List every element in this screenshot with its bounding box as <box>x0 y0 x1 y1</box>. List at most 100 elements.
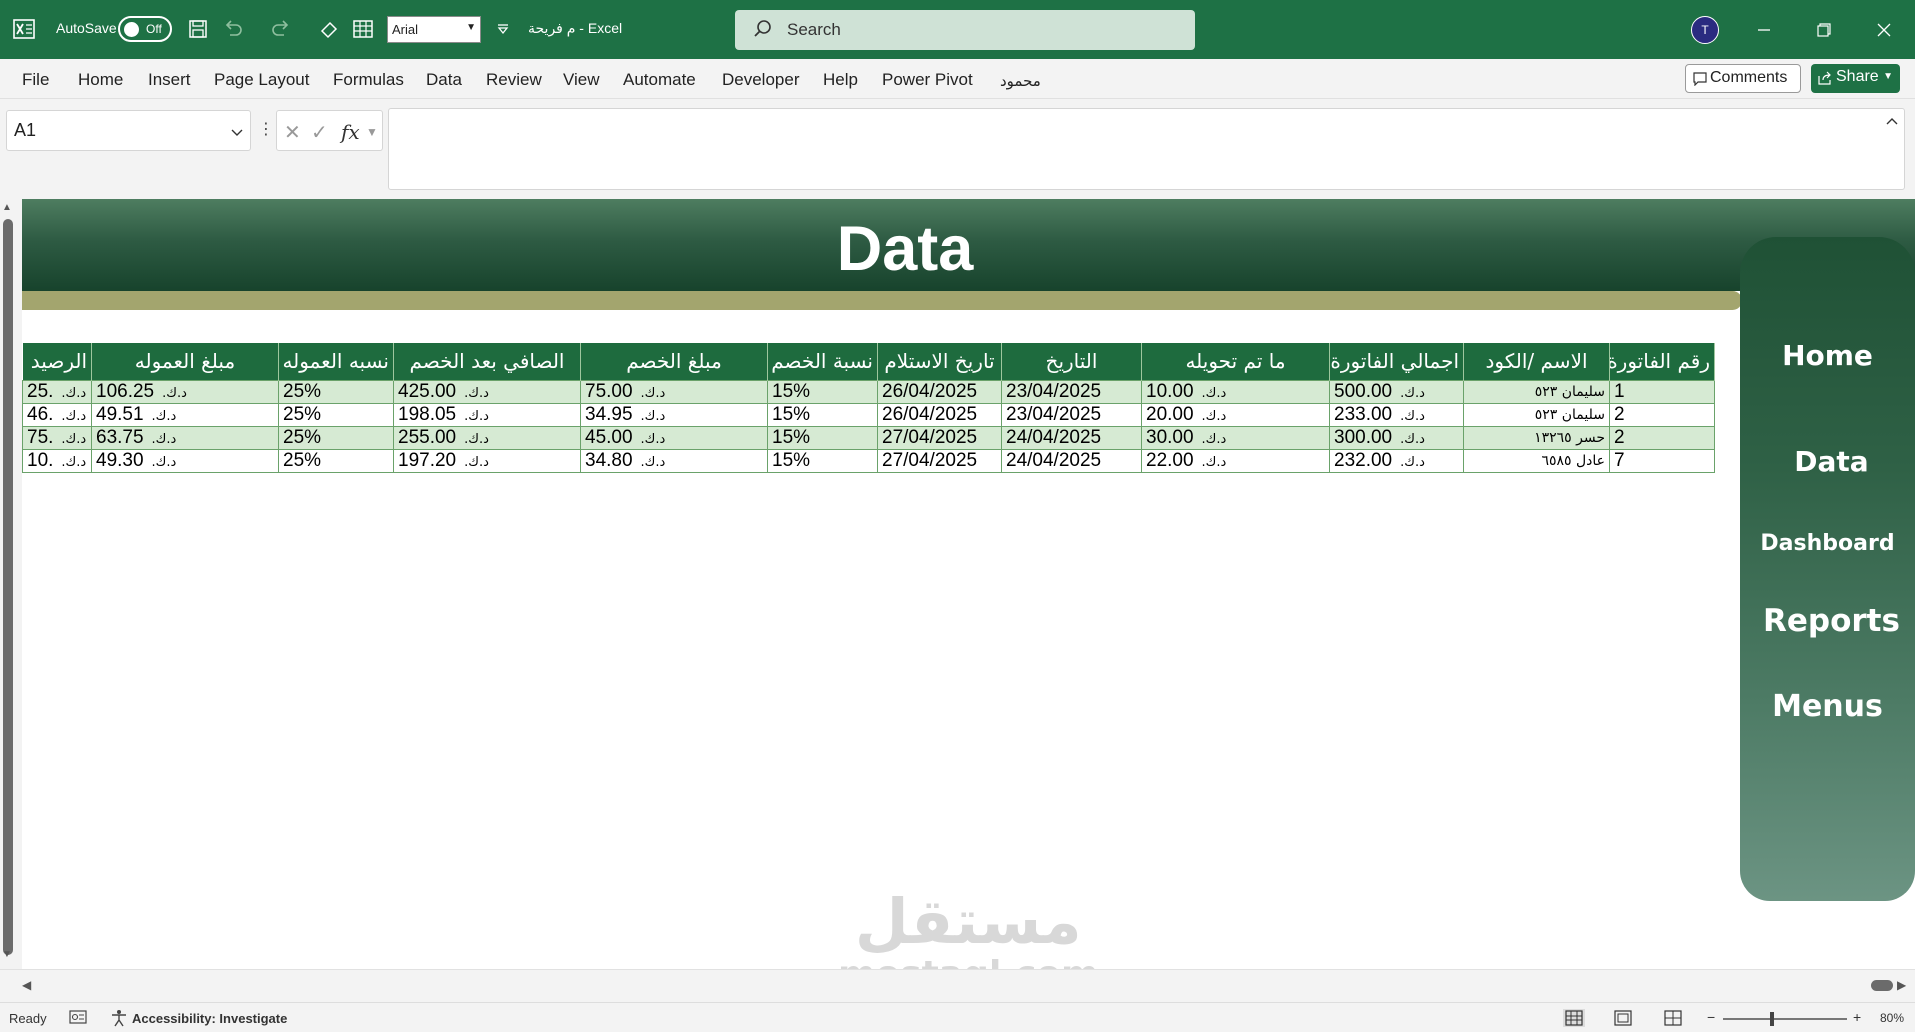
cell-comm-amount[interactable]: د.ك. 106.25 <box>91 379 279 404</box>
cell-transferred[interactable]: د.ك. 30.00 <box>1141 425 1330 450</box>
scroll-up-icon[interactable]: ▲ <box>2 202 12 213</box>
cell-transferred[interactable]: د.ك. 10.00 <box>1141 379 1330 404</box>
cell-balance[interactable]: د.ك. .25 <box>22 379 92 404</box>
cell-date[interactable]: 24/04/2025 <box>1001 425 1142 450</box>
column-header[interactable]: التاريخ <box>1001 343 1142 380</box>
cell-invoice[interactable]: 2 <box>1609 425 1715 450</box>
cell-invoice[interactable]: 1 <box>1609 379 1715 404</box>
column-header[interactable]: مبلغ العموله <box>91 343 279 380</box>
cell-name[interactable]: سليمان ٥٢٣ <box>1463 379 1610 404</box>
cell-disc-rate[interactable]: 15% <box>767 402 878 427</box>
scrollbar-thumb[interactable] <box>3 219 13 955</box>
avatar[interactable]: T <box>1691 16 1719 44</box>
macro-record-icon[interactable] <box>69 1009 87 1028</box>
nav-reports-button[interactable]: Reports <box>1744 603 1915 639</box>
column-header[interactable]: الصافي بعد الخصم <box>393 343 581 380</box>
tab-help[interactable]: Help <box>823 70 858 90</box>
customize-toolbar-icon[interactable] <box>490 16 516 42</box>
cell-comm-rate[interactable]: 25% <box>278 379 394 404</box>
search-box[interactable]: Search <box>735 10 1195 50</box>
eraser-icon[interactable] <box>316 16 342 42</box>
nav-data-button[interactable]: Data <box>1744 445 1915 478</box>
name-box[interactable]: A1 <box>6 110 251 151</box>
formula-input[interactable] <box>388 108 1905 190</box>
tab-power-pivot[interactable]: Power Pivot <box>882 70 973 90</box>
column-header[interactable]: اجمالي الفاتورة <box>1329 343 1464 380</box>
more-options-icon[interactable]: ⋮ <box>258 119 274 139</box>
font-name-select[interactable]: Arial ▼ <box>387 16 481 43</box>
cell-comm-amount[interactable]: د.ك. 63.75 <box>91 425 279 450</box>
cell-date[interactable]: 24/04/2025 <box>1001 448 1142 473</box>
accessibility-icon[interactable] <box>110 1009 128 1030</box>
cell-name[interactable]: سليمان ٥٢٣ <box>1463 402 1610 427</box>
zoom-in-icon[interactable]: + <box>1853 1009 1861 1025</box>
cell-name[interactable]: عادل ٦٥٨٥ <box>1463 448 1610 473</box>
cell-disc-amount[interactable]: د.ك. 45.00 <box>580 425 768 450</box>
cell-received[interactable]: 27/04/2025 <box>877 425 1002 450</box>
cell-disc-amount[interactable]: د.ك. 34.95 <box>580 402 768 427</box>
cell-transferred[interactable]: د.ك. 20.00 <box>1141 402 1330 427</box>
column-header[interactable]: الرصيد <box>22 343 92 380</box>
insert-function-button[interactable]: fx <box>341 120 360 144</box>
tab-insert[interactable]: Insert <box>148 70 191 90</box>
cancel-icon[interactable]: ✕ <box>284 120 301 145</box>
cell-balance[interactable]: د.ك. .46 <box>22 402 92 427</box>
cell-date[interactable]: 23/04/2025 <box>1001 402 1142 427</box>
cell-total[interactable]: د.ك. 232.00 <box>1329 448 1464 473</box>
excel-app-icon[interactable] <box>12 17 36 41</box>
cell-date[interactable]: 23/04/2025 <box>1001 379 1142 404</box>
cell-net[interactable]: د.ك. 198.05 <box>393 402 581 427</box>
tab-review[interactable]: Review <box>486 70 542 90</box>
zoom-level[interactable]: 80% <box>1880 1011 1904 1025</box>
column-header[interactable]: تاريخ الاستلام <box>877 343 1002 380</box>
save-icon[interactable] <box>185 16 211 42</box>
enter-icon[interactable]: ✓ <box>311 120 328 145</box>
cell-disc-rate[interactable]: 15% <box>767 448 878 473</box>
cell-received[interactable]: 27/04/2025 <box>877 448 1002 473</box>
cell-comm-rate[interactable]: 25% <box>278 402 394 427</box>
normal-view-icon[interactable] <box>1563 1009 1585 1027</box>
cell-comm-rate[interactable]: 25% <box>278 425 394 450</box>
chevron-down-icon[interactable]: ▼ <box>366 125 378 139</box>
nav-menus-button[interactable]: Menus <box>1740 689 1915 724</box>
scrollbar-thumb[interactable] <box>1871 980 1893 991</box>
redo-icon[interactable] <box>268 16 294 42</box>
column-header[interactable]: نسبه العموله <box>278 343 394 380</box>
cell-invoice[interactable]: 2 <box>1609 402 1715 427</box>
minimize-icon[interactable] <box>1749 15 1779 45</box>
cell-comm-amount[interactable]: د.ك. 49.30 <box>91 448 279 473</box>
zoom-out-icon[interactable]: − <box>1707 1009 1715 1025</box>
tab-data[interactable]: Data <box>426 70 462 90</box>
sheet-area[interactable]: ▲ ▼ Data Home Data Dashboard Reports Men… <box>0 199 1915 1002</box>
cell-total[interactable]: د.ك. 233.00 <box>1329 402 1464 427</box>
tab-view[interactable]: View <box>563 70 600 90</box>
cell-disc-rate[interactable]: 15% <box>767 425 878 450</box>
cell-net[interactable]: د.ك. 425.00 <box>393 379 581 404</box>
cell-disc-amount[interactable]: د.ك. 34.80 <box>580 448 768 473</box>
cell-disc-rate[interactable]: 15% <box>767 379 878 404</box>
scroll-left-icon[interactable]: ◀ <box>22 978 31 992</box>
scroll-right-icon[interactable]: ▶ <box>1897 978 1906 992</box>
tab-custom[interactable]: محمود <box>1000 72 1041 90</box>
column-header[interactable]: الاسم /الكود <box>1463 343 1610 380</box>
autosave-toggle[interactable]: Off <box>118 16 172 42</box>
horizontal-scrollbar[interactable]: ◀ ▶ <box>0 969 1915 1002</box>
zoom-slider-thumb[interactable] <box>1770 1012 1774 1026</box>
cell-received[interactable]: 26/04/2025 <box>877 402 1002 427</box>
column-header[interactable]: مبلغ الخصم <box>580 343 768 380</box>
nav-home-button[interactable]: Home <box>1740 339 1915 372</box>
cell-comm-rate[interactable]: 25% <box>278 448 394 473</box>
cell-transferred[interactable]: د.ك. 22.00 <box>1141 448 1330 473</box>
zoom-slider[interactable] <box>1723 1018 1847 1020</box>
cell-total[interactable]: د.ك. 500.00 <box>1329 379 1464 404</box>
table-icon[interactable] <box>350 16 376 42</box>
cell-total[interactable]: د.ك. 300.00 <box>1329 425 1464 450</box>
tab-developer[interactable]: Developer <box>722 70 800 90</box>
column-header[interactable]: نسبة الخصم <box>767 343 878 380</box>
tab-page-layout[interactable]: Page Layout <box>214 70 309 90</box>
cell-balance[interactable]: د.ك. .75 <box>22 425 92 450</box>
accessibility-status[interactable]: Accessibility: Investigate <box>132 1011 287 1026</box>
vertical-scrollbar[interactable]: ▲ ▼ <box>0 199 22 969</box>
undo-icon[interactable] <box>220 16 246 42</box>
restore-icon[interactable] <box>1809 15 1839 45</box>
